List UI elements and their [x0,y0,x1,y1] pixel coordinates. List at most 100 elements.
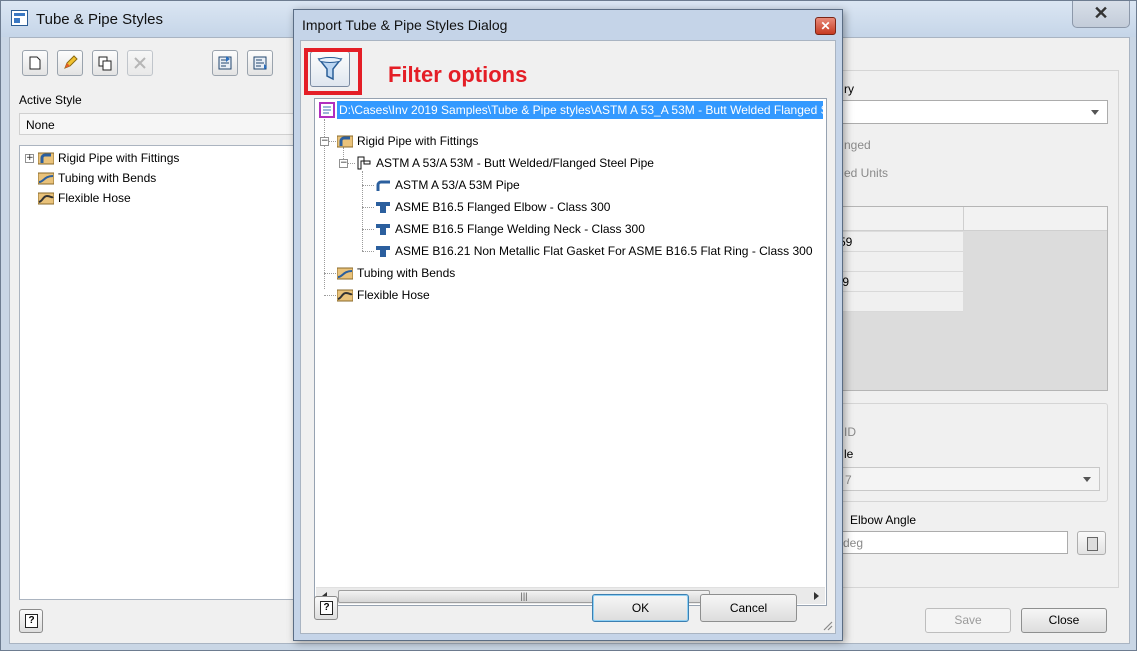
app-icon [11,10,28,26]
tree-connector [324,295,336,296]
resize-grip-icon[interactable] [821,619,833,631]
dialog-close-button[interactable]: ✕ [815,17,836,35]
chevron-down-icon [1083,477,1091,482]
tree-item-rigid-pipe[interactable]: Rigid Pipe with Fittings [38,149,179,167]
style-tree[interactable]: + Rigid Pipe with Fittings Tubing with B… [19,145,309,600]
library-file-icon [319,102,335,118]
help-icon: ? [320,601,333,615]
tree-connector [324,273,336,274]
export-icon [253,56,267,70]
tubing-icon [38,172,54,185]
tree-item-library-path[interactable]: D:\Cases\Inv 2019 Samples\Tube & Pipe st… [337,101,823,119]
elbow-angle-label: Elbow Angle [850,513,917,527]
fitting-icon [376,202,390,213]
ok-button[interactable]: OK [592,594,689,622]
close-window-button[interactable]: ✕ [1072,1,1130,28]
close-button[interactable]: Close [1021,608,1107,633]
window-title: Tube & Pipe Styles [36,11,164,28]
tree-item-tubing[interactable]: Tubing with Bends [337,264,455,282]
scroll-right-icon[interactable] [814,592,819,600]
edit-style-button[interactable] [57,50,83,76]
tree-item-pipe[interactable]: ASTM A 53/A 53M Pipe [375,176,520,194]
fitting-icon [376,224,390,235]
calculator-button[interactable] [1077,531,1106,555]
pipe-style-icon [357,156,371,170]
help-button[interactable]: ? [19,609,43,633]
parameter-grid[interactable]: 59 .9 [836,206,1108,391]
tree-item-label: ASTM A 53/A 53M Pipe [395,178,520,192]
tree-item-label: ASME B16.5 Flange Welding Neck - Class 3… [395,222,645,236]
copy-style-icon [98,56,112,71]
collapse-toggle[interactable]: − [339,159,348,168]
pipe-icon [376,180,390,191]
delete-icon [134,57,146,69]
grid-header [837,207,1107,231]
grid-cell[interactable]: .9 [837,272,963,292]
tree-item-label: ASME B16.21 Non Metallic Flat Gasket For… [395,244,813,258]
tree-item-gasket[interactable]: ASME B16.21 Non Metallic Flat Gasket For… [375,242,813,260]
style-combo-value: 7 [845,473,852,487]
tree-item-label: Tubing with Bends [357,266,456,280]
tree-connector [362,185,374,186]
collapse-toggle[interactable]: − [320,137,329,146]
tree-item-flexible-hose[interactable]: Flexible Hose [337,286,430,304]
expand-toggle[interactable]: + [25,154,34,163]
tree-item-label: Rigid Pipe with Fittings [58,151,180,165]
tree-item-label: Tubing with Bends [58,171,157,185]
partial-label-id: ID [844,425,856,439]
tree-item-label: Flexible Hose [58,191,131,205]
import-icon [218,56,232,70]
active-style-field: None [19,113,309,135]
tree-item-rigid-pipe[interactable]: Rigid Pipe with Fittings [337,132,478,150]
style-combo[interactable]: 7 [836,467,1100,491]
grid-cell[interactable] [837,292,963,312]
tree-item-label: Rigid Pipe with Fittings [357,134,479,148]
dialog-body: Filter options D:\Cases\Inv 2019 Samples… [300,40,836,634]
tree-item-label: ASTM A 53/A 53M - Butt Welded/Flanged St… [376,156,654,170]
filter-options-annotation: Filter options [388,62,528,87]
tree-item-flanged-elbow[interactable]: ASME B16.5 Flanged Elbow - Class 300 [375,198,610,216]
tree-connector [362,229,374,230]
active-style-label: Active Style [19,93,82,107]
rigid-pipe-icon [38,152,54,165]
tree-item-label: Flexible Hose [357,288,430,302]
tree-item-pipe-style[interactable]: ASTM A 53/A 53M - Butt Welded/Flanged St… [356,154,654,172]
flexible-hose-icon [337,289,353,302]
partial-label-category: ry [844,82,854,96]
fitting-icon [376,246,390,257]
new-style-button[interactable] [22,50,48,76]
chevron-down-icon [1091,110,1099,115]
import-button[interactable] [212,50,238,76]
tree-connector [362,207,374,208]
elbow-angle-input[interactable]: deg [836,531,1068,554]
flexible-hose-icon [38,192,54,205]
partial-label-units: ed Units [844,166,889,180]
tree-connector [362,171,363,251]
import-styles-dialog: Import Tube & Pipe Styles Dialog ✕ Filte… [293,9,843,641]
dialog-title: Import Tube & Pipe Styles Dialog [302,17,508,33]
annotation-highlight-box [304,48,362,95]
tree-item-flexible-hose[interactable]: Flexible Hose [38,189,131,207]
edit-style-icon [64,55,78,69]
tubing-icon [337,267,353,280]
tree-item-label: ASME B16.5 Flanged Elbow - Class 300 [395,200,611,214]
partial-label-style: le [844,447,854,461]
tree-item-welding-neck[interactable]: ASME B16.5 Flange Welding Neck - Class 3… [375,220,645,238]
cancel-button[interactable]: Cancel [700,594,797,622]
grid-cell[interactable]: 59 [837,232,963,252]
save-button[interactable]: Save [925,608,1011,633]
help-icon: ? [25,614,38,628]
tree-item-tubing[interactable]: Tubing with Bends [38,169,156,187]
rigid-pipe-icon [337,135,353,148]
grid-cell[interactable] [837,252,963,272]
export-button[interactable] [247,50,273,76]
grid-header-separator [963,207,964,231]
tree-connector [362,251,374,252]
import-style-tree[interactable]: D:\Cases\Inv 2019 Samples\Tube & Pipe st… [314,98,827,606]
delete-style-button[interactable] [127,50,153,76]
partial-label-flanged: nged [844,138,871,152]
category-combo[interactable] [836,100,1108,124]
copy-style-button[interactable] [92,50,118,76]
new-style-icon [29,56,41,70]
dialog-help-button[interactable]: ? [314,596,338,620]
